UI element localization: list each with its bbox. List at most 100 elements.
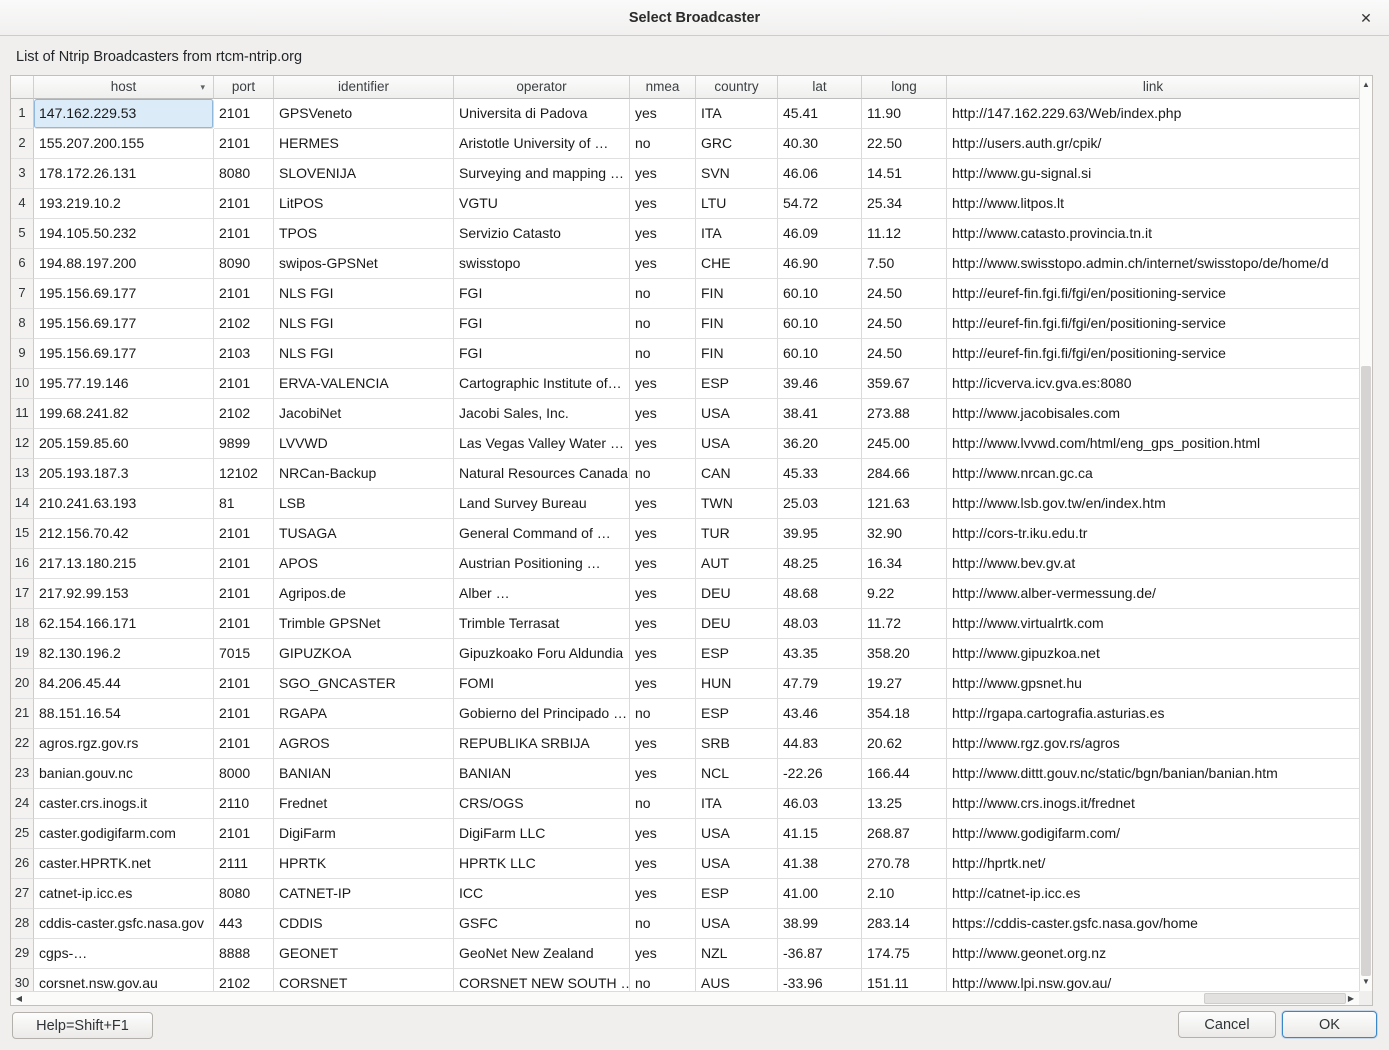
cell-operator[interactable]: HPRTK LLC <box>454 849 630 879</box>
cell-identifier[interactable]: Agripos.de <box>274 579 454 609</box>
vertical-scroll-thumb[interactable] <box>1361 366 1371 976</box>
cell-host[interactable]: 193.219.10.2 <box>34 189 214 219</box>
cell-country[interactable]: ESP <box>696 639 778 669</box>
cell-operator[interactable]: Cartographic Institute of… <box>454 369 630 399</box>
cell-lat[interactable]: 39.95 <box>778 519 862 549</box>
row-number[interactable]: 3 <box>11 159 34 189</box>
cell-nmea[interactable]: no <box>630 339 696 369</box>
row-number[interactable]: 15 <box>11 519 34 549</box>
cell-operator[interactable]: GSFC <box>454 909 630 939</box>
cell-nmea[interactable]: yes <box>630 429 696 459</box>
cell-long[interactable]: 32.90 <box>862 519 947 549</box>
cell-country[interactable]: USA <box>696 399 778 429</box>
cell-lat[interactable]: 46.90 <box>778 249 862 279</box>
row-number[interactable]: 2 <box>11 129 34 159</box>
table-row[interactable]: 2188.151.16.542101RGAPAGobierno del Prin… <box>11 699 1359 729</box>
cell-operator[interactable]: REPUBLIKA SRBIJA <box>454 729 630 759</box>
cell-nmea[interactable]: yes <box>630 189 696 219</box>
table-row[interactable]: 3178.172.26.1318080SLOVENIJASurveying an… <box>11 159 1359 189</box>
cell-host[interactable]: cddis-caster.gsfc.nasa.gov <box>34 909 214 939</box>
cell-operator[interactable]: Gipuzkoako Foru Aldundia <box>454 639 630 669</box>
cell-nmea[interactable]: yes <box>630 819 696 849</box>
cell-link[interactable]: http://www.rgz.gov.rs/agros <box>947 729 1359 759</box>
cell-long[interactable]: 354.18 <box>862 699 947 729</box>
cell-operator[interactable]: CORSNET NEW SOUTH … <box>454 969 630 991</box>
cell-identifier[interactable]: NLS FGI <box>274 279 454 309</box>
cell-host[interactable]: 178.172.26.131 <box>34 159 214 189</box>
cell-nmea[interactable]: yes <box>630 249 696 279</box>
cell-identifier[interactable]: APOS <box>274 549 454 579</box>
titlebar[interactable]: Select Broadcaster ✕ <box>0 0 1389 36</box>
cell-port[interactable]: 81 <box>214 489 274 519</box>
table-row[interactable]: 1147.162.229.532101GPSVenetoUniversita d… <box>11 99 1359 129</box>
cell-long[interactable]: 121.63 <box>862 489 947 519</box>
cell-port[interactable]: 2101 <box>214 189 274 219</box>
cell-long[interactable]: 24.50 <box>862 339 947 369</box>
cell-long[interactable]: 268.87 <box>862 819 947 849</box>
table-row[interactable]: 24caster.crs.inogs.it2110FrednetCRS/OGSn… <box>11 789 1359 819</box>
cell-identifier[interactable]: AGROS <box>274 729 454 759</box>
row-number[interactable]: 22 <box>11 729 34 759</box>
table-row[interactable]: 13205.193.187.312102NRCan-BackupNatural … <box>11 459 1359 489</box>
column-header-long[interactable]: long <box>862 76 947 99</box>
cell-country[interactable]: AUS <box>696 969 778 991</box>
cell-link[interactable]: http://www.catasto.provincia.tn.it <box>947 219 1359 249</box>
cell-link[interactable]: http://euref-fin.fgi.fi/fgi/en/positioni… <box>947 339 1359 369</box>
row-number[interactable]: 4 <box>11 189 34 219</box>
cell-operator[interactable]: swisstopo <box>454 249 630 279</box>
cell-country[interactable]: DEU <box>696 609 778 639</box>
cell-lat[interactable]: 48.68 <box>778 579 862 609</box>
row-number[interactable]: 16 <box>11 549 34 579</box>
cell-country[interactable]: GRC <box>696 129 778 159</box>
table-row[interactable]: 16217.13.180.2152101APOSAustrian Positio… <box>11 549 1359 579</box>
cell-country[interactable]: FIN <box>696 339 778 369</box>
cell-link[interactable]: http://www.alber-vermessung.de/ <box>947 579 1359 609</box>
cell-long[interactable]: 270.78 <box>862 849 947 879</box>
cell-port[interactable]: 12102 <box>214 459 274 489</box>
row-number[interactable]: 20 <box>11 669 34 699</box>
cell-long[interactable]: 2.10 <box>862 879 947 909</box>
column-header-nmea[interactable]: nmea <box>630 76 696 99</box>
cell-identifier[interactable]: LSB <box>274 489 454 519</box>
cell-link[interactable]: http://www.lpi.nsw.gov.au/ <box>947 969 1359 991</box>
cell-link[interactable]: https://cddis-caster.gsfc.nasa.gov/home <box>947 909 1359 939</box>
cell-country[interactable]: USA <box>696 819 778 849</box>
cell-port[interactable]: 2101 <box>214 519 274 549</box>
cell-long[interactable]: 11.72 <box>862 609 947 639</box>
cell-long[interactable]: 13.25 <box>862 789 947 819</box>
cell-port[interactable]: 2103 <box>214 339 274 369</box>
cell-operator[interactable]: FGI <box>454 309 630 339</box>
row-number[interactable]: 18 <box>11 609 34 639</box>
cell-nmea[interactable]: no <box>630 279 696 309</box>
cell-operator[interactable]: Aristotle University of … <box>454 129 630 159</box>
cell-lat[interactable]: 38.99 <box>778 909 862 939</box>
row-number[interactable]: 10 <box>11 369 34 399</box>
cell-nmea[interactable]: no <box>630 309 696 339</box>
cell-nmea[interactable]: yes <box>630 879 696 909</box>
table-row[interactable]: 6194.88.197.2008090swipos-GPSNetswisstop… <box>11 249 1359 279</box>
cell-identifier[interactable]: SGO_GNCASTER <box>274 669 454 699</box>
cell-port[interactable]: 2101 <box>214 609 274 639</box>
cell-lat[interactable]: 41.38 <box>778 849 862 879</box>
cell-country[interactable]: ITA <box>696 99 778 129</box>
cell-lat[interactable]: 38.41 <box>778 399 862 429</box>
table-row[interactable]: 1862.154.166.1712101Trimble GPSNetTrimbl… <box>11 609 1359 639</box>
cell-port[interactable]: 9899 <box>214 429 274 459</box>
cell-identifier[interactable]: SLOVENIJA <box>274 159 454 189</box>
cell-country[interactable]: USA <box>696 429 778 459</box>
cell-port[interactable]: 7015 <box>214 639 274 669</box>
cell-long[interactable]: 14.51 <box>862 159 947 189</box>
cell-port[interactable]: 2101 <box>214 369 274 399</box>
cell-long[interactable]: 273.88 <box>862 399 947 429</box>
cell-identifier[interactable]: Frednet <box>274 789 454 819</box>
cell-country[interactable]: NZL <box>696 939 778 969</box>
cell-lat[interactable]: 41.15 <box>778 819 862 849</box>
row-number[interactable]: 19 <box>11 639 34 669</box>
cell-port[interactable]: 2101 <box>214 549 274 579</box>
vertical-scrollbar[interactable]: ▲ ▼ <box>1359 76 1372 991</box>
cell-identifier[interactable]: BANIAN <box>274 759 454 789</box>
cell-link[interactable]: http://147.162.229.63/Web/index.php <box>947 99 1359 129</box>
cell-link[interactable]: http://cors-tr.iku.edu.tr <box>947 519 1359 549</box>
row-number[interactable]: 8 <box>11 309 34 339</box>
row-number[interactable]: 17 <box>11 579 34 609</box>
